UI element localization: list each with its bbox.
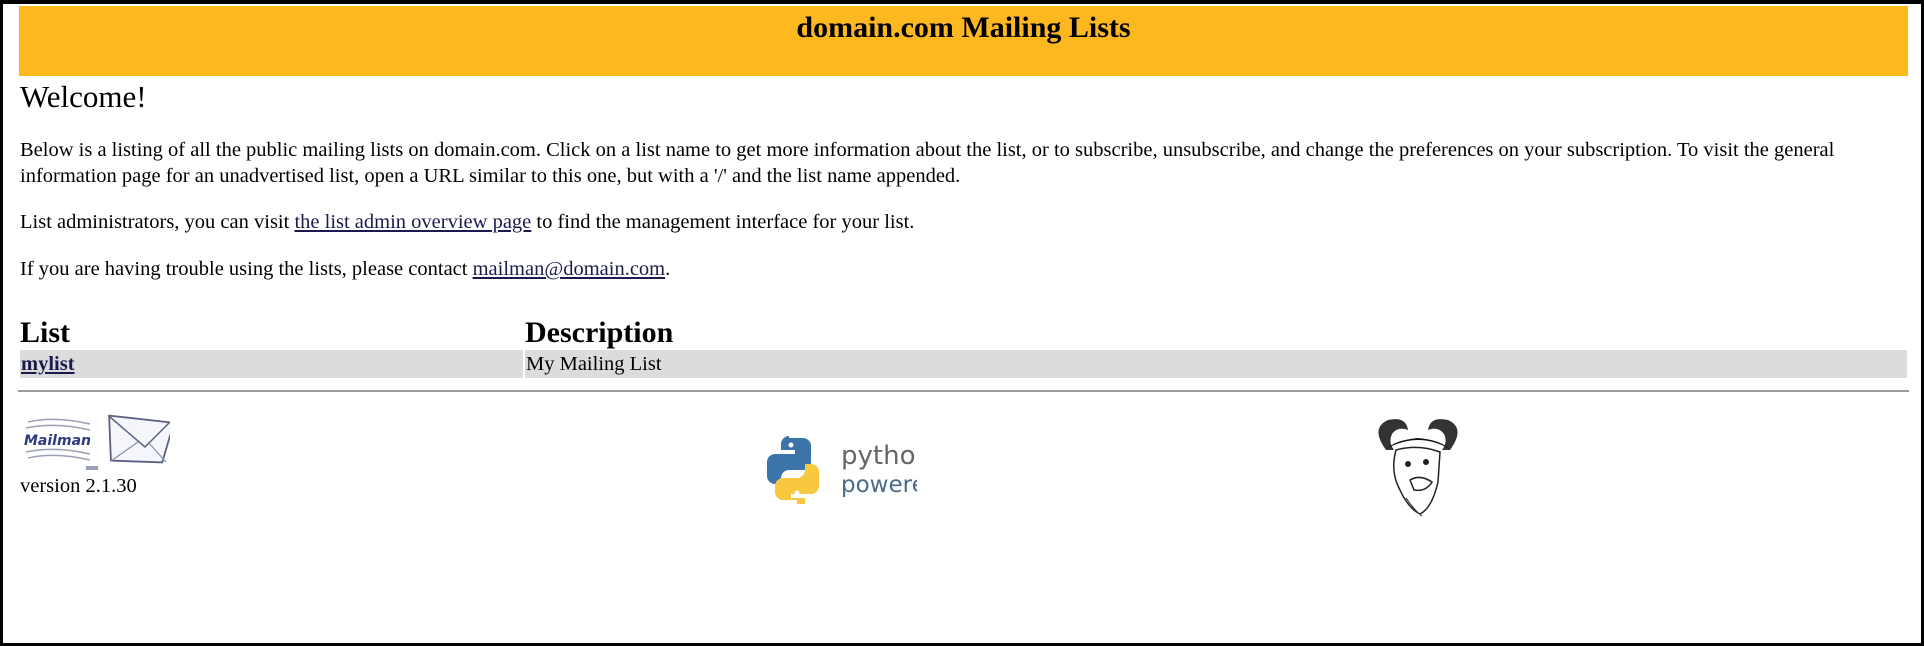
page: domain.com Mailing Lists Welcome! Below … (3, 4, 1921, 535)
contact-paragraph: If you are having trouble using the list… (20, 256, 1909, 282)
python-text: python (841, 441, 917, 471)
version-text: version 2.1.30 (20, 475, 137, 497)
list-name-cell: mylist (20, 350, 523, 378)
admin-text-after: to find the management interface for you… (531, 211, 915, 233)
mailing-lists-table: List Description mylist My Mailing List (18, 312, 1909, 378)
column-header-description: Description (525, 316, 674, 349)
column-header-list: List (20, 316, 71, 349)
python-powered-icon[interactable]: python powered (767, 434, 1278, 512)
admin-overview-link[interactable]: the list admin overview page (294, 211, 531, 233)
list-link-mylist[interactable]: mylist (21, 353, 75, 375)
mailman-logo-text: Mailman (24, 433, 91, 449)
mailman-logo-icon[interactable]: Mailman (20, 412, 647, 477)
gnu-head-icon[interactable] (1358, 410, 1909, 535)
table-row: mylist My Mailing List (20, 350, 1907, 378)
admin-text-before: List administrators, you can visit (20, 211, 295, 233)
footer-mailman-cell: Mailman version 2.1.30 (16, 412, 647, 535)
header-banner: domain.com Mailing Lists (19, 6, 1908, 76)
contact-text-before: If you are having trouble using the list… (20, 258, 473, 280)
admin-paragraph: List administrators, you can visit the l… (20, 209, 1909, 235)
intro-paragraph: Below is a listing of all the public mai… (20, 139, 1835, 187)
footer-divider (18, 390, 1909, 392)
page-title: domain.com Mailing Lists (796, 11, 1131, 44)
contact-email-link[interactable]: mailman@domain.com (473, 258, 666, 280)
footer-gnu-cell (1278, 412, 1909, 535)
contact-text-after: . (665, 258, 671, 280)
footer: Mailman version 2.1.30 python powered (16, 412, 1909, 535)
list-description-cell: My Mailing List (525, 350, 1907, 378)
footer-python-cell: python powered (647, 412, 1278, 535)
table-header-row: List Description (20, 312, 1907, 350)
powered-text: powered (841, 472, 917, 498)
welcome-heading: Welcome! (20, 79, 147, 114)
